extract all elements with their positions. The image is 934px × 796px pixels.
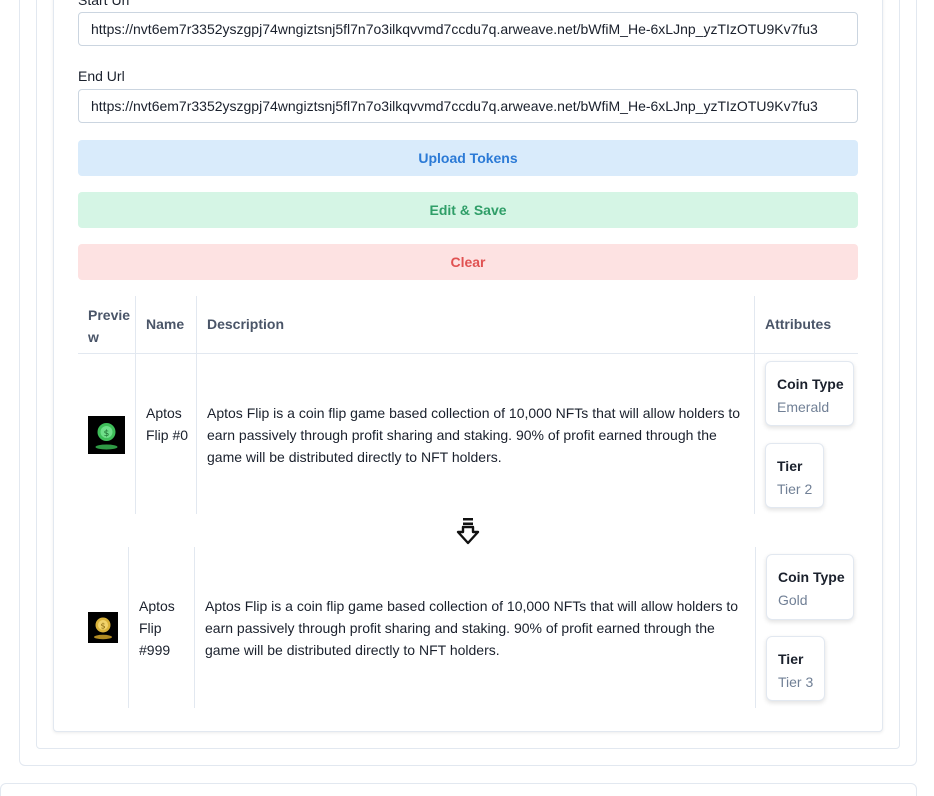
attribute-card: Tier Tier 3 [766, 636, 825, 701]
double-arrow-down-icon [456, 518, 480, 545]
header-description: Description [207, 316, 285, 332]
row-2-name: Aptos Flip #999 [139, 598, 175, 658]
attribute-trait: Tier [777, 458, 803, 474]
attribute-value: Gold [778, 592, 808, 608]
header-preview: Preview [88, 307, 131, 345]
column-divider [128, 547, 129, 708]
svg-text:$: $ [100, 622, 105, 631]
clear-button[interactable]: Clear [78, 244, 858, 280]
attribute-trait: Coin Type [777, 376, 844, 392]
column-divider [196, 296, 197, 514]
header-name: Name [146, 316, 185, 332]
attribute-card: Tier Tier 2 [765, 443, 824, 508]
header-divider [78, 353, 858, 354]
start-url-label: Start Url [78, 0, 130, 8]
nft-preview-image: $ [88, 416, 125, 454]
attribute-trait: Tier [778, 651, 804, 667]
emerald-coin-icon: $ [95, 423, 118, 450]
start-url-input[interactable] [78, 12, 858, 46]
page: Start Url End Url Upload Tokens Edit & S… [0, 0, 934, 796]
nft-preview-image: $ [88, 612, 118, 643]
row-2-description: Aptos Flip is a coin flip game based col… [205, 598, 739, 658]
attribute-card: Coin Type Emerald [765, 361, 854, 426]
edit-save-button[interactable]: Edit & Save [78, 192, 858, 228]
attribute-trait: Coin Type [778, 569, 845, 585]
end-url-label: End Url [78, 68, 125, 84]
attribute-value: Tier 2 [777, 481, 813, 497]
column-divider [135, 296, 136, 514]
header-attributes: Attributes [765, 316, 832, 332]
upload-tokens-button[interactable]: Upload Tokens [78, 140, 858, 176]
attribute-value: Tier 3 [778, 674, 814, 690]
gold-coin-icon: $ [94, 617, 112, 640]
row-1-name: Aptos Flip #0 [146, 405, 189, 443]
column-divider [755, 547, 756, 708]
end-url-input[interactable] [78, 89, 858, 123]
attribute-card: Coin Type Gold [766, 554, 854, 620]
svg-text:$: $ [104, 429, 110, 439]
attribute-value: Emerald [777, 399, 830, 415]
next-section-card [0, 783, 917, 796]
column-divider [754, 296, 755, 514]
column-divider [194, 547, 195, 708]
row-1-description: Aptos Flip is a coin flip game based col… [207, 405, 741, 465]
